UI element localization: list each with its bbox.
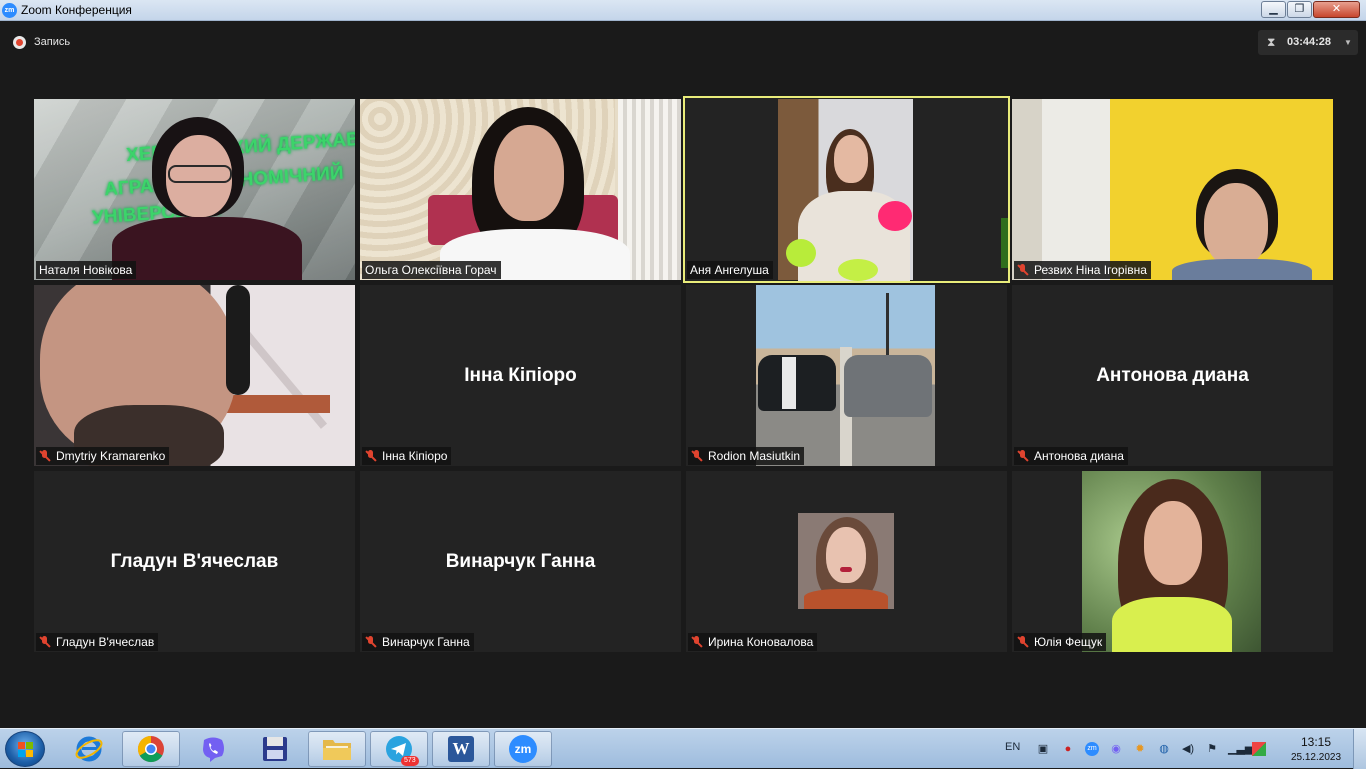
tray-antivirus-icon[interactable]: ●: [1061, 742, 1075, 756]
taskbar-telegram[interactable]: 573: [370, 731, 428, 767]
participant-name-tag: Аня Ангелуша: [687, 261, 773, 279]
participant-name-tag: Rodion Masiutkin: [688, 447, 805, 465]
hourglass-icon: ⧗: [1267, 35, 1276, 49]
participant-name-tag: Інна Кіпіоро: [362, 447, 452, 465]
participant-avatar-image: [756, 285, 935, 466]
participant-name-tag: Ирина Коновалова: [688, 633, 818, 651]
tray-signal-icon[interactable]: ▁▃▅: [1228, 742, 1253, 756]
participant-video: [778, 99, 913, 281]
language-indicator[interactable]: EN: [1005, 741, 1020, 753]
participant-video: [1012, 99, 1333, 280]
video-tile-profile-photo[interactable]: Ирина Коновалова: [686, 471, 1007, 652]
windows-logo-icon: [18, 742, 33, 757]
muted-mic-icon: [691, 450, 703, 462]
word-icon: W: [448, 736, 474, 762]
video-tile[interactable]: Резвих Ніна Ігорівна: [1012, 99, 1333, 280]
taskbar-zoom[interactable]: zm: [494, 731, 552, 767]
muted-mic-icon: [39, 636, 51, 648]
folder-icon: [323, 740, 351, 760]
recording-label: Запись: [34, 36, 71, 48]
participant-name-tag: Гладун В'ячеслав: [36, 633, 159, 651]
muted-mic-icon: [1017, 636, 1029, 648]
muted-mic-icon: [365, 636, 377, 648]
video-tile-no-video[interactable]: Винарчук Ганна Винарчук Ганна: [360, 471, 681, 652]
video-tile-no-video[interactable]: Інна Кіпіоро Інна Кіпіоро: [360, 285, 681, 466]
color-artifact: [1001, 218, 1008, 268]
taskbar-chrome[interactable]: [122, 731, 180, 767]
timer-value: 03:44:28: [1287, 36, 1332, 48]
taskbar-internet-explorer[interactable]: [60, 731, 118, 767]
participant-display-name: Інна Кіпіоро: [464, 365, 577, 386]
video-tile[interactable]: Ольга Олексіївна Горач: [360, 99, 681, 280]
window-title: Zoom Конференция: [21, 3, 132, 17]
windows-taskbar: 573 W zm EN ▣ ● zm ◉ ✹ ◍ ◀) ⚑ ▁▃▅ 13:15 …: [0, 728, 1366, 769]
participant-name-tag: Антонова диана: [1014, 447, 1128, 465]
muted-mic-icon: [365, 450, 377, 462]
participant-name-tag: Dmytriy Kramarenko: [36, 447, 170, 465]
participant-display-name: Гладун В'ячеслав: [110, 551, 279, 572]
clock-date: 25.12.2023: [1290, 752, 1342, 763]
participant-name-tag: Наталя Новікова: [36, 261, 137, 279]
chrome-icon: [137, 735, 164, 763]
show-desktop-button[interactable]: [1353, 729, 1366, 769]
tray-update-icon[interactable]: ✹: [1133, 742, 1147, 756]
video-tile[interactable]: Юлія Фещук: [1012, 471, 1333, 652]
clock-time: 13:15: [1300, 735, 1332, 749]
participant-display-name: Антонова диана: [1096, 365, 1249, 386]
participant-video: [1082, 471, 1261, 652]
muted-mic-icon: [39, 450, 51, 462]
tray-action-center-flag-icon[interactable]: ⚑: [1205, 742, 1219, 756]
video-tile[interactable]: ХЕРСОНСЬКИЙ ДЕРЖАВ АГРАРНО-ЕКОНОМІЧНИЙ У…: [34, 99, 355, 280]
video-tile-no-video[interactable]: Гладун В'ячеслав Гладун В'ячеслав: [34, 471, 355, 652]
participant-name-tag: Винарчук Ганна: [362, 633, 474, 651]
taskbar-save[interactable]: [246, 731, 304, 767]
taskbar-word[interactable]: W: [432, 731, 490, 767]
participant-display-name: Винарчук Ганна: [445, 551, 596, 572]
record-icon: [13, 36, 26, 49]
participant-avatar-image: [798, 513, 894, 609]
video-tile-active-speaker[interactable]: Аня Ангелуша: [683, 96, 1010, 283]
floppy-disk-icon: [263, 737, 287, 761]
muted-mic-icon: [1017, 264, 1029, 276]
close-button[interactable]: ✕: [1313, 1, 1360, 18]
taskbar-viber[interactable]: [184, 731, 242, 767]
zoom-app-icon: zm: [2, 3, 17, 18]
video-tile[interactable]: Rodion Masiutkin: [686, 285, 1007, 466]
tray-viber-icon[interactable]: ◉: [1109, 742, 1123, 756]
taskbar-clock[interactable]: 13:15 25.12.2023: [1289, 735, 1343, 763]
participant-video: [360, 99, 681, 280]
participant-name-tag: Юлія Фещук: [1014, 633, 1107, 651]
participant-video: ХЕРСОНСЬКИЙ ДЕРЖАВ АГРАРНО-ЕКОНОМІЧНИЙ У…: [34, 99, 355, 280]
participant-name-tag: Резвих Ніна Ігорівна: [1014, 261, 1151, 279]
window-titlebar: zm Zoom Конференция ▁ ❐ ✕: [0, 0, 1366, 21]
participant-video: [34, 285, 355, 466]
zoom-icon: zm: [509, 735, 537, 763]
tray-app-icon[interactable]: [1252, 742, 1266, 756]
tray-usb-icon[interactable]: ▣: [1036, 742, 1050, 756]
notification-badge: 573: [401, 756, 419, 766]
minimize-button[interactable]: ▁: [1261, 1, 1286, 18]
internet-explorer-icon: [75, 736, 103, 762]
tray-network-globe-icon[interactable]: ◍: [1157, 742, 1171, 756]
start-button[interactable]: [5, 731, 45, 767]
viber-icon: [203, 737, 224, 762]
tray-zoom-icon[interactable]: zm: [1085, 742, 1099, 756]
participant-name-tag: Ольга Олексіївна Горач: [362, 261, 501, 279]
maximize-button[interactable]: ❐: [1287, 1, 1312, 18]
muted-mic-icon: [691, 636, 703, 648]
chevron-down-icon: ▼: [1344, 38, 1352, 47]
video-tile[interactable]: Dmytriy Kramarenko: [34, 285, 355, 466]
tray-volume-icon[interactable]: ◀): [1181, 742, 1195, 756]
muted-mic-icon: [1017, 450, 1029, 462]
video-tile-no-video[interactable]: Антонова диана Антонова диана: [1012, 285, 1333, 466]
taskbar-explorer[interactable]: [308, 731, 366, 767]
meeting-timer[interactable]: ⧗ 03:44:28 ▼: [1258, 30, 1358, 55]
